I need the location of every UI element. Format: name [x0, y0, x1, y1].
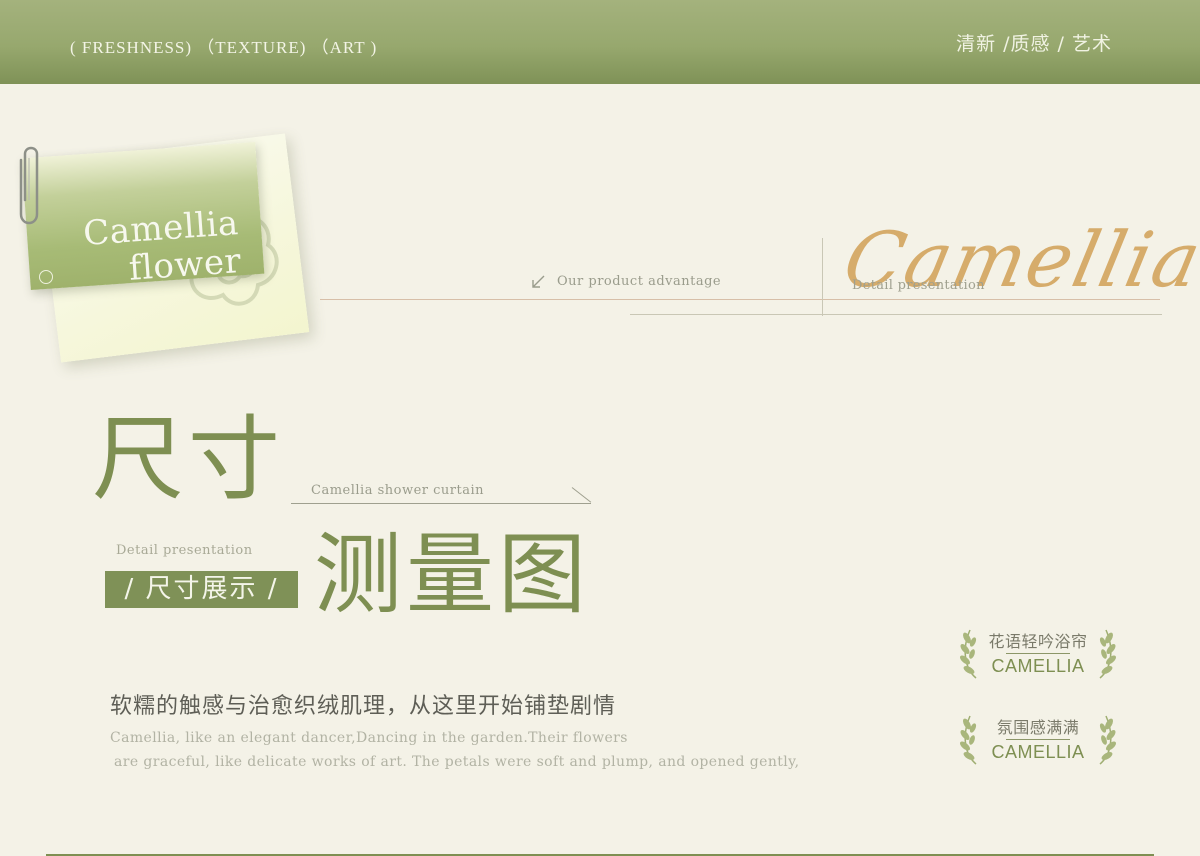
headline-subtitle-en: Camellia shower curtain	[311, 483, 484, 498]
description-cn: 软糯的触感与治愈织绒肌理，从这里开始铺垫剧情	[110, 694, 617, 719]
header-bar: ( FRESHNESS) （TEXTURE) （ART ) 清新 /质感 / 艺…	[0, 0, 1200, 84]
badge-cn-text: 氛围感满满	[996, 718, 1080, 737]
badge-rule	[1006, 739, 1070, 740]
advantage-label: Our product advantage	[557, 274, 722, 289]
card-badge-icon	[39, 270, 53, 284]
headline-subtitle-tick	[571, 487, 592, 503]
badge-cn-text: 花语轻吟浴帘	[988, 632, 1088, 651]
paperclip-icon	[19, 146, 39, 225]
arrow-down-left-icon	[532, 275, 545, 288]
advantage-divider-lower	[630, 314, 1162, 315]
header-tags-en: ( FRESHNESS) （TEXTURE) （ART )	[70, 38, 378, 57]
badge-en-text: CAMELLIA	[991, 656, 1085, 676]
headline-part1: 尺寸	[92, 406, 285, 513]
headline-detail-label: Detail presentation	[116, 543, 253, 558]
card-title: Camellia flower	[68, 203, 243, 292]
description-en-line1: Camellia, like an elegant dancer,Dancing…	[110, 730, 628, 746]
headline-subtitle-underline	[291, 503, 591, 504]
badge-en-text: CAMELLIA	[991, 742, 1085, 762]
headline-part2: 测量图	[314, 523, 591, 626]
badge-rule	[1006, 653, 1070, 654]
laurel-badge-2: 氛围感满满 CAMELLIA	[958, 714, 1118, 770]
size-display-tag: / 尺寸展示 /	[105, 571, 298, 608]
advantage-vertical-divider	[822, 238, 823, 316]
header-tags-cn: 清新 /质感 / 艺术	[956, 33, 1112, 55]
description-en-line2: are graceful, like delicate works of art…	[114, 754, 800, 770]
advantage-detail-label: Detail presentation	[852, 278, 985, 293]
laurel-badge-1: 花语轻吟浴帘 CAMELLIA	[958, 628, 1118, 684]
